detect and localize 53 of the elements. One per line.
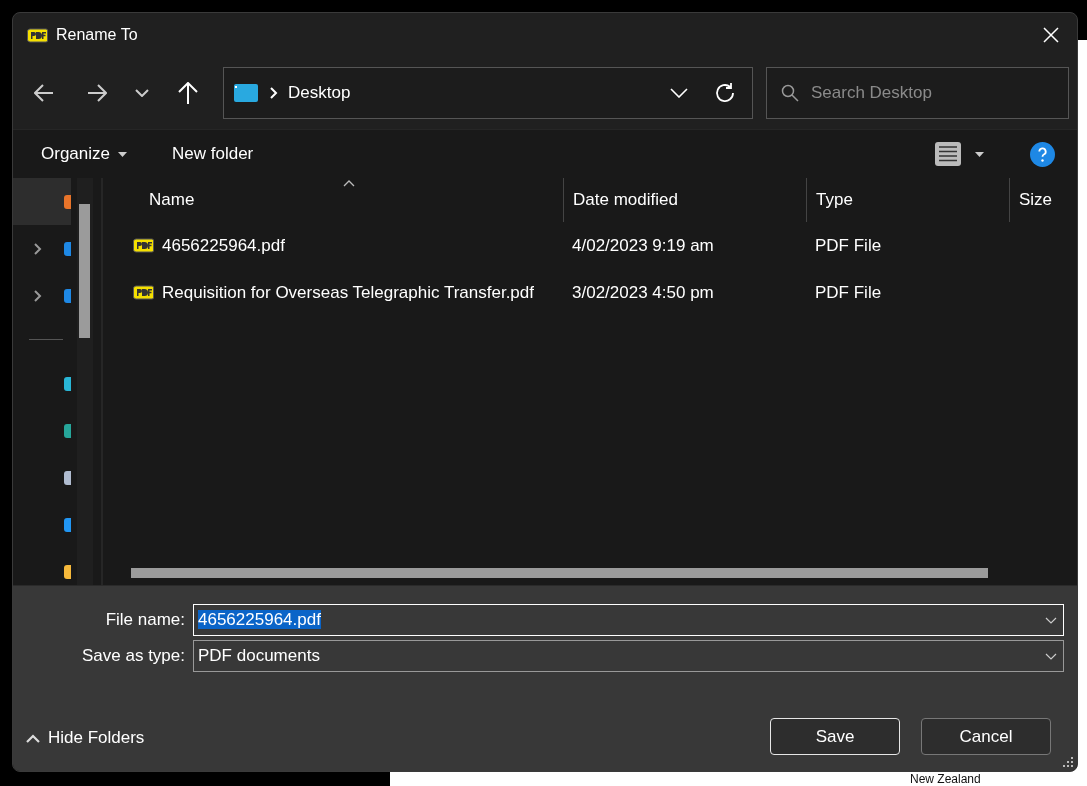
window-title: Rename To: [56, 26, 139, 44]
dropdown-icon[interactable]: [670, 88, 688, 98]
caret-down-icon: [118, 151, 127, 157]
field-label: Save as type:: [82, 646, 186, 666]
pdf-icon: [133, 285, 154, 300]
chevron-right-icon: [270, 87, 278, 99]
view-list-icon[interactable]: [935, 142, 961, 166]
view-dropdown-icon[interactable]: [975, 151, 984, 157]
document-text: New Zealand: [910, 773, 981, 786]
chevron-up-icon: [26, 733, 40, 743]
file-name-field[interactable]: 4656225964.pdf: [193, 604, 1064, 636]
close-icon: [1043, 27, 1059, 43]
refresh-icon[interactable]: [714, 82, 736, 104]
hide-folders-button[interactable]: Hide Folders: [26, 728, 145, 748]
address-bar[interactable]: Desktop: [223, 67, 753, 119]
chevron-right-icon[interactable]: [33, 241, 43, 256]
pdf-icon: [133, 238, 154, 253]
file-name-cell[interactable]: 4656225964.pdf: [103, 222, 563, 269]
up-arrow-icon: [178, 82, 198, 104]
desktop-icon: [234, 84, 258, 102]
chevron-down-icon: [1045, 652, 1057, 660]
date-cell-text: 4/02/2023 9:19 am: [571, 234, 715, 257]
pdf-icon: [27, 27, 48, 43]
cancel-button[interactable]: Cancel: [921, 718, 1051, 755]
path-segment[interactable]: Desktop: [288, 83, 670, 103]
column-header[interactable]: Name: [103, 178, 563, 222]
chevron-down-icon: [135, 89, 149, 97]
column-header[interactable]: Size: [1009, 178, 1077, 222]
column-header[interactable]: Date modified: [563, 178, 806, 222]
chevron-right-icon[interactable]: [33, 288, 43, 303]
file-name[interactable]: Requisition for Overseas Telegraphic Transfer.pdf: [162, 282, 534, 303]
scrollbar-thumb[interactable]: [131, 568, 988, 578]
field-label: File name:: [105, 610, 186, 630]
sort-up-icon: [343, 180, 355, 187]
search-icon: [781, 84, 799, 102]
file-name[interactable]: 4656225964.pdf: [162, 235, 285, 256]
column-header[interactable]: Type: [806, 178, 1009, 222]
back-arrow-icon: [34, 84, 54, 102]
type-cell-text: PDF File: [814, 281, 883, 304]
file-name-cell[interactable]: Requisition for Overseas Telegraphic Transfer.pdf: [103, 269, 563, 316]
sidebar-item[interactable]: [13, 178, 71, 225]
new-folder-button[interactable]: New folder: [172, 144, 254, 164]
search-field[interactable]: Search Desktop: [766, 67, 1069, 119]
save-button[interactable]: Save: [770, 718, 900, 755]
chevron-down-icon: [1045, 616, 1057, 624]
resize-grip-icon[interactable]: [1063, 757, 1074, 768]
help-icon[interactable]: [1030, 141, 1055, 167]
date-cell-text: 3/02/2023 4:50 pm: [571, 281, 715, 304]
file-type-dropdown[interactable]: PDF documents: [193, 640, 1064, 672]
forward-arrow-icon: [87, 84, 107, 102]
scrollbar-thumb[interactable]: [79, 204, 90, 338]
organize-button[interactable]: Organize: [41, 144, 127, 164]
type-cell-text: PDF File: [814, 234, 883, 257]
